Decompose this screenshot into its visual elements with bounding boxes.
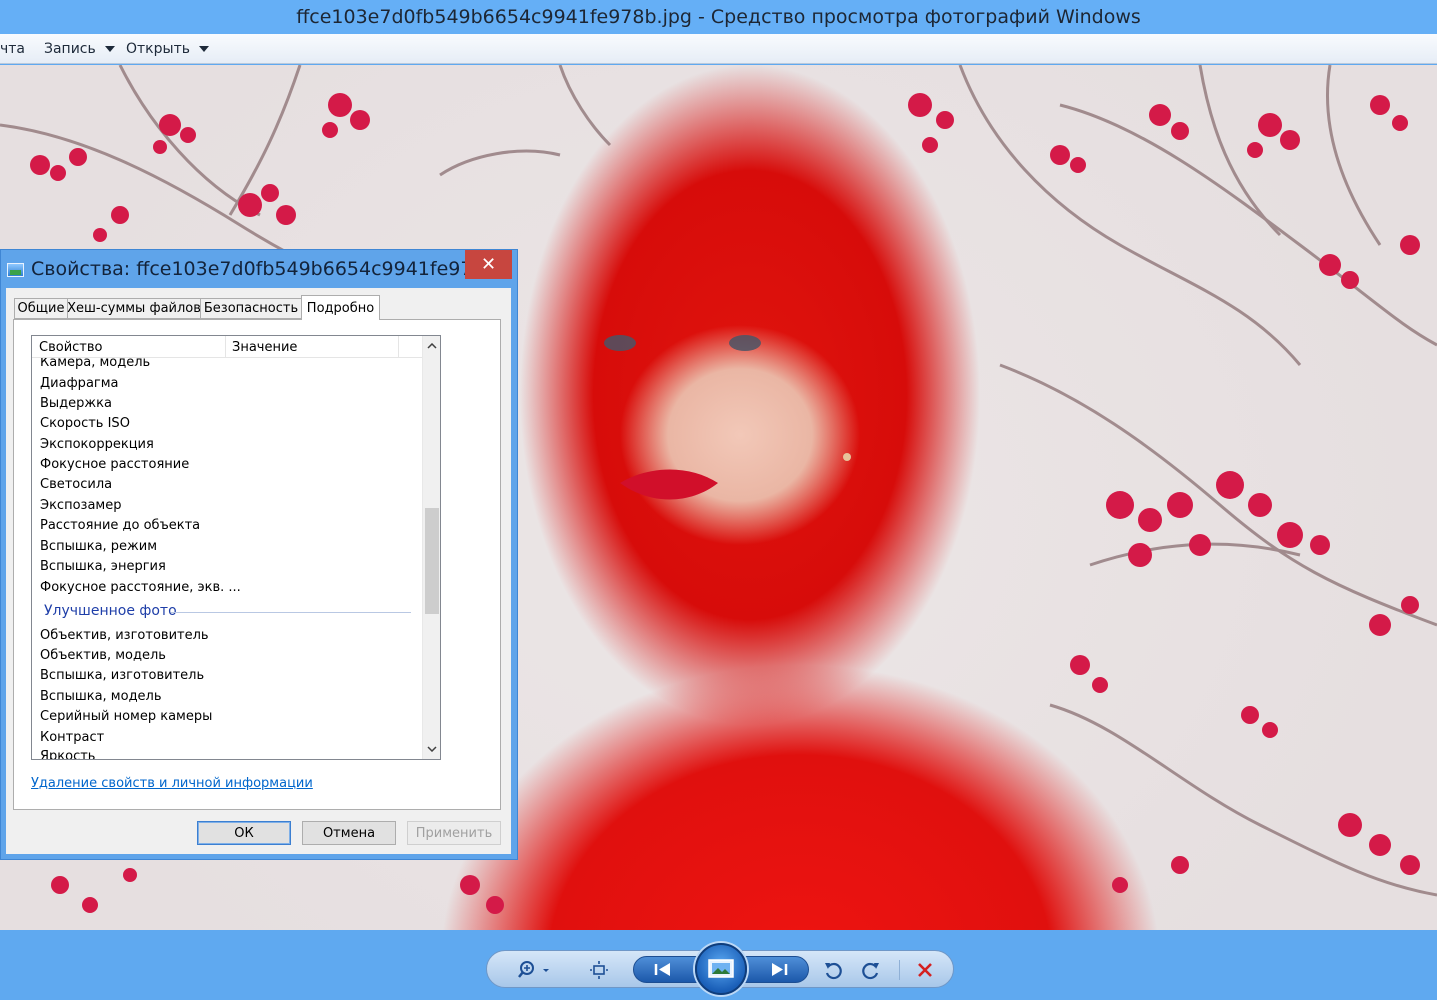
properties-list[interactable]: Камера, модель Диафрагма Выдержка Скорос… xyxy=(31,335,441,760)
menu-item-print[interactable]: чта xyxy=(0,34,25,64)
scroll-thumb[interactable] xyxy=(425,508,439,614)
scroll-up-button[interactable] xyxy=(423,336,440,356)
list-item[interactable]: Объектив, модель xyxy=(40,648,166,663)
properties-dialog: Свойства: ffce103e7d0fb549b6654c9941fe97… xyxy=(0,249,518,860)
column-header-value[interactable]: Значение xyxy=(232,336,297,358)
dialog-title: Свойства: ffce103e7d0fb549b6654c9941fe97… xyxy=(31,258,503,280)
group-divider xyxy=(171,612,411,613)
list-scrollbar[interactable] xyxy=(422,336,440,759)
list-item[interactable]: Светосила xyxy=(40,477,112,492)
list-item[interactable]: Яркость xyxy=(40,749,95,759)
toolbar-separator xyxy=(899,960,900,980)
list-item[interactable]: Экспокоррекция xyxy=(40,437,154,452)
bottom-toolbar xyxy=(0,930,1437,1000)
group-header-enhanced-photo[interactable]: Улучшенное фото xyxy=(44,603,177,619)
window-title: ffce103e7d0fb549b6654c9941fe978b.jpg - С… xyxy=(296,6,1141,28)
fit-to-window-icon xyxy=(590,961,608,979)
tab-label: Хеш-суммы файлов xyxy=(67,301,201,316)
dialog-body: Общие Хеш-суммы файлов Безопасность Подр… xyxy=(6,288,511,854)
chevron-down-icon xyxy=(427,746,437,752)
ok-button[interactable]: ОК xyxy=(197,821,291,845)
column-divider[interactable] xyxy=(225,336,226,358)
rotate-counterclockwise-button[interactable] xyxy=(821,959,845,981)
scroll-down-button[interactable] xyxy=(423,739,440,759)
list-item[interactable]: Контраст xyxy=(40,730,104,745)
menu-item-label: Запись xyxy=(44,41,96,57)
column-header-label: Свойство xyxy=(39,339,103,355)
rotate-counterclockwise-icon xyxy=(825,962,842,980)
tab-file-hashes[interactable]: Хеш-суммы файлов xyxy=(67,298,201,319)
list-item[interactable]: Выдержка xyxy=(40,396,112,411)
portrait-details xyxy=(604,335,851,500)
list-item[interactable]: Экспозамер xyxy=(40,498,121,513)
tab-label: Безопасность xyxy=(203,301,299,316)
menu-item-burn[interactable]: Запись xyxy=(44,34,115,64)
column-divider[interactable] xyxy=(398,336,399,358)
next-button[interactable] xyxy=(743,956,809,983)
delete-icon xyxy=(918,963,932,977)
tab-security[interactable]: Безопасность xyxy=(200,298,302,319)
fit-to-window-button[interactable] xyxy=(587,959,611,981)
list-item[interactable]: Вспышка, изготовитель xyxy=(40,668,204,683)
column-header-property[interactable]: Свойство xyxy=(39,336,102,358)
dialog-title-bar[interactable]: Свойства: ffce103e7d0fb549b6654c9941fe97… xyxy=(1,250,517,288)
slideshow-icon xyxy=(708,959,734,978)
list-item[interactable]: Объектив, изготовитель xyxy=(40,628,209,643)
list-item[interactable]: Фокусное расстояние xyxy=(40,457,189,472)
apply-button[interactable]: Применить xyxy=(407,821,501,845)
list-item[interactable]: Диафрагма xyxy=(40,376,119,391)
toolbar-pill xyxy=(486,943,954,995)
menu-item-label: чта xyxy=(0,41,26,57)
dropdown-arrow-icon xyxy=(198,46,209,52)
close-icon: ✕ xyxy=(480,254,497,275)
tab-label: Общие xyxy=(17,301,65,316)
next-icon xyxy=(772,963,788,976)
list-item[interactable]: Серийный номер камеры xyxy=(40,709,212,724)
tab-details[interactable]: Подробно xyxy=(301,295,380,320)
chevron-up-icon xyxy=(427,343,437,349)
rotate-clockwise-button[interactable] xyxy=(859,959,883,981)
list-item[interactable]: Вспышка, режим xyxy=(40,539,157,554)
dialog-close-button[interactable]: ✕ xyxy=(465,250,512,279)
button-label: ОК xyxy=(234,825,254,841)
menu-item-label: Открыть xyxy=(126,41,190,57)
previous-button[interactable] xyxy=(633,956,699,983)
button-label: Отмена xyxy=(322,825,376,841)
column-header-label: Значение xyxy=(232,339,298,355)
menu-item-open[interactable]: Открыть xyxy=(126,34,209,64)
cancel-button[interactable]: Отмена xyxy=(302,821,396,845)
list-header: Свойство Значение xyxy=(32,336,422,358)
delete-button[interactable] xyxy=(913,959,937,981)
previous-icon xyxy=(654,963,670,976)
zoom-button[interactable] xyxy=(515,959,555,981)
rotate-clockwise-icon xyxy=(862,962,879,980)
button-label: Применить xyxy=(415,825,493,841)
picture-file-icon xyxy=(7,263,24,277)
menu-bar: чта Запись Открыть xyxy=(0,34,1437,64)
list-item[interactable]: Вспышка, модель xyxy=(40,689,162,704)
list-item[interactable]: Вспышка, энергия xyxy=(40,559,166,574)
list-item[interactable]: Расстояние до объекта xyxy=(40,518,200,533)
remove-properties-link[interactable]: Удаление свойств и личной информации xyxy=(31,776,313,791)
tab-general[interactable]: Общие xyxy=(14,298,68,319)
details-panel: Камера, модель Диафрагма Выдержка Скорос… xyxy=(13,319,501,810)
list-item[interactable]: Скорость ISO xyxy=(40,416,130,431)
zoom-icon xyxy=(518,961,549,978)
list-item[interactable]: Фокусное расстояние, экв. ... xyxy=(40,580,241,595)
dropdown-arrow-icon xyxy=(104,46,115,52)
properties-rows: Камера, модель Диафрагма Выдержка Скорос… xyxy=(32,336,422,759)
window-title-bar[interactable]: ffce103e7d0fb549b6654c9941fe978b.jpg - С… xyxy=(0,0,1437,34)
slideshow-button[interactable] xyxy=(695,943,747,995)
tab-label: Подробно xyxy=(306,300,375,316)
